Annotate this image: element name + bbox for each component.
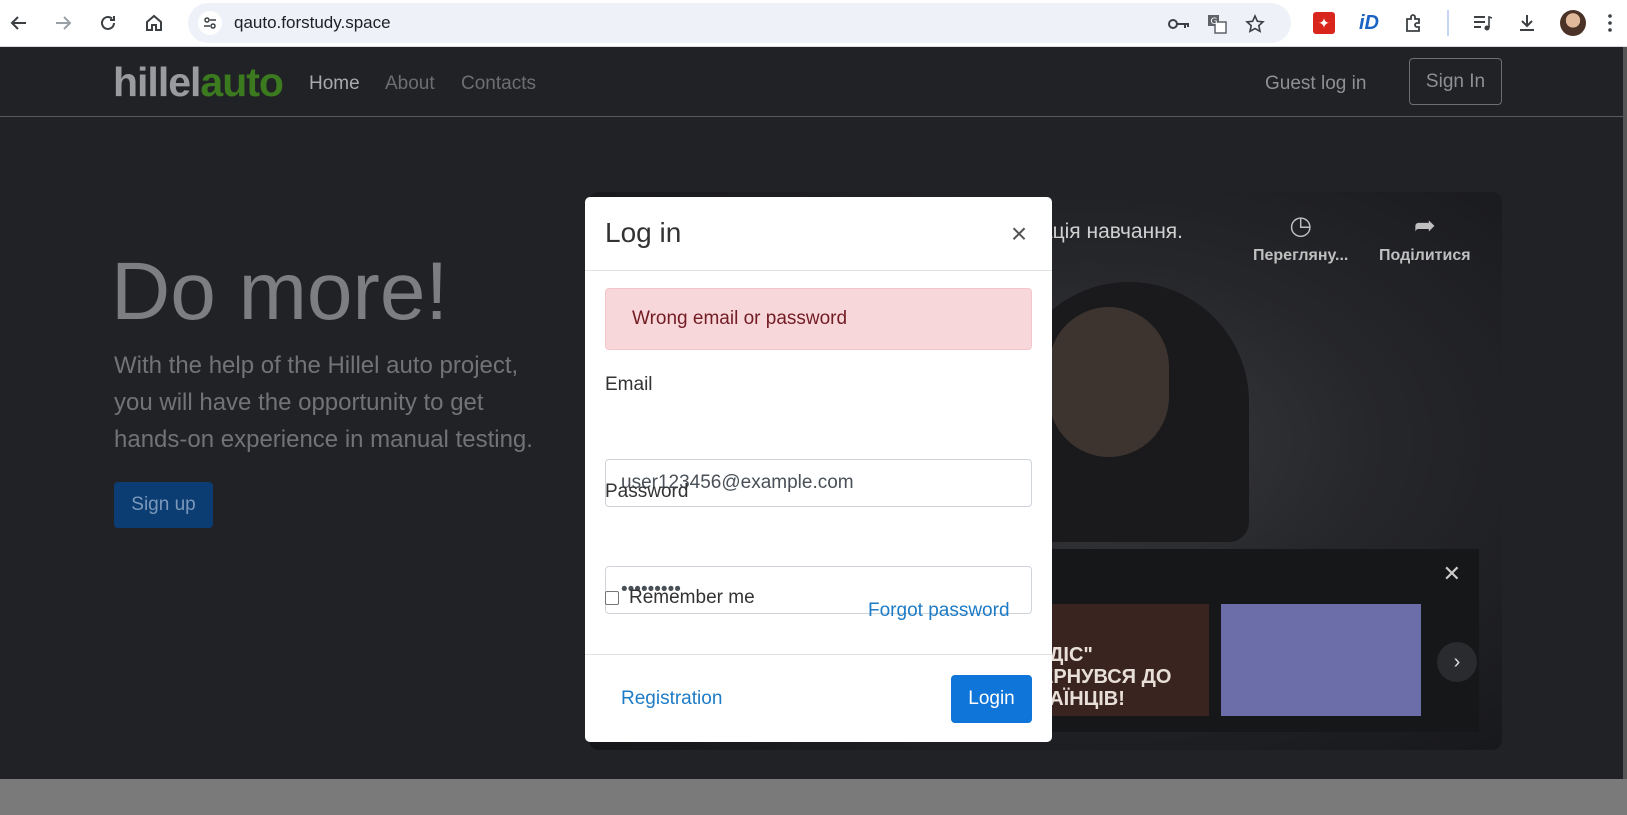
close-icon[interactable]: × (1004, 218, 1034, 249)
site-header: hillelauto Home About Contacts Guest log… (0, 47, 1627, 117)
site-settings-icon[interactable] (198, 11, 222, 35)
toolbar-separator (1447, 10, 1449, 36)
nav-home[interactable]: Home (309, 73, 360, 95)
watch-later-label: Перегляну... (1253, 247, 1349, 264)
browser-menu-icon[interactable] (1596, 6, 1624, 40)
bookmark-star-icon[interactable] (1242, 11, 1268, 37)
error-alert: Wrong email or password (605, 288, 1032, 350)
remember-me-checkbox[interactable]: Remember me (605, 587, 755, 609)
registration-link[interactable]: Registration (621, 688, 722, 710)
modal-title: Log in (605, 217, 682, 248)
back-icon[interactable] (2, 6, 36, 40)
id-extension-icon[interactable]: iD (1352, 6, 1386, 40)
profile-avatar[interactable] (1556, 6, 1590, 40)
logo-auto: auto (200, 59, 284, 105)
media-controls-icon[interactable] (1465, 6, 1499, 40)
home-icon[interactable] (137, 6, 171, 40)
share-button[interactable]: ➦ Поділитися (1379, 210, 1471, 265)
share-label: Поділитися (1379, 247, 1471, 264)
forgot-password-link[interactable]: Forgot password (868, 600, 1010, 622)
svg-text:G: G (1211, 17, 1218, 27)
reload-icon[interactable] (91, 6, 125, 40)
page-footer-strip (0, 779, 1627, 815)
sign-up-button[interactable]: Sign up (114, 482, 213, 528)
password-label: Password (605, 481, 689, 502)
forward-icon[interactable] (46, 6, 80, 40)
extensions-puzzle-icon[interactable] (1397, 6, 1431, 40)
remember-me-label: Remember me (629, 587, 755, 608)
scrollbar[interactable] (1623, 47, 1627, 779)
url-text[interactable]: qauto.forstudy.space (234, 13, 391, 33)
clock-icon: ◷ (1289, 210, 1312, 240)
share-icon: ➦ (1413, 210, 1436, 240)
watch-later-button[interactable]: ◷ Перегляну... (1253, 210, 1348, 265)
translate-icon[interactable]: G (1204, 11, 1230, 37)
login-modal: Log in × Wrong email or password Email u… (585, 197, 1052, 742)
related-video-thumbnail[interactable] (1221, 604, 1421, 716)
nav-about[interactable]: About (385, 73, 435, 95)
download-icon[interactable] (1510, 6, 1544, 40)
nav-contacts[interactable]: Contacts (461, 73, 536, 95)
hero-title: Do more! (111, 246, 449, 337)
chevron-right-icon[interactable]: › (1437, 642, 1477, 682)
video-person-face (1049, 307, 1169, 457)
hero-description: With the help of the Hillel auto project… (114, 352, 533, 453)
logo-hillel: hillel (113, 59, 201, 105)
site-logo[interactable]: hillelauto (113, 59, 284, 106)
browser-toolbar: qauto.forstudy.space G ✦ iD (0, 0, 1627, 47)
guest-login-link[interactable]: Guest log in (1265, 73, 1366, 95)
password-key-icon[interactable] (1166, 11, 1192, 37)
checkbox-box[interactable] (605, 591, 619, 605)
modal-header: Log in × (585, 197, 1052, 271)
address-bar[interactable]: qauto.forstudy.space G (188, 3, 1291, 43)
modal-footer: Registration Login (585, 654, 1052, 742)
sign-in-button[interactable]: Sign In (1409, 58, 1502, 105)
pdf-extension-icon[interactable]: ✦ (1307, 6, 1341, 40)
login-button[interactable]: Login (951, 675, 1032, 723)
related-videos-panel: ✕ "РЕДІС" ЗВЕРНУВСЯ ДО УКРАЇНЦІВ! › (1009, 549, 1479, 732)
email-label: Email (605, 374, 653, 395)
close-icon[interactable]: ✕ (1443, 561, 1461, 587)
